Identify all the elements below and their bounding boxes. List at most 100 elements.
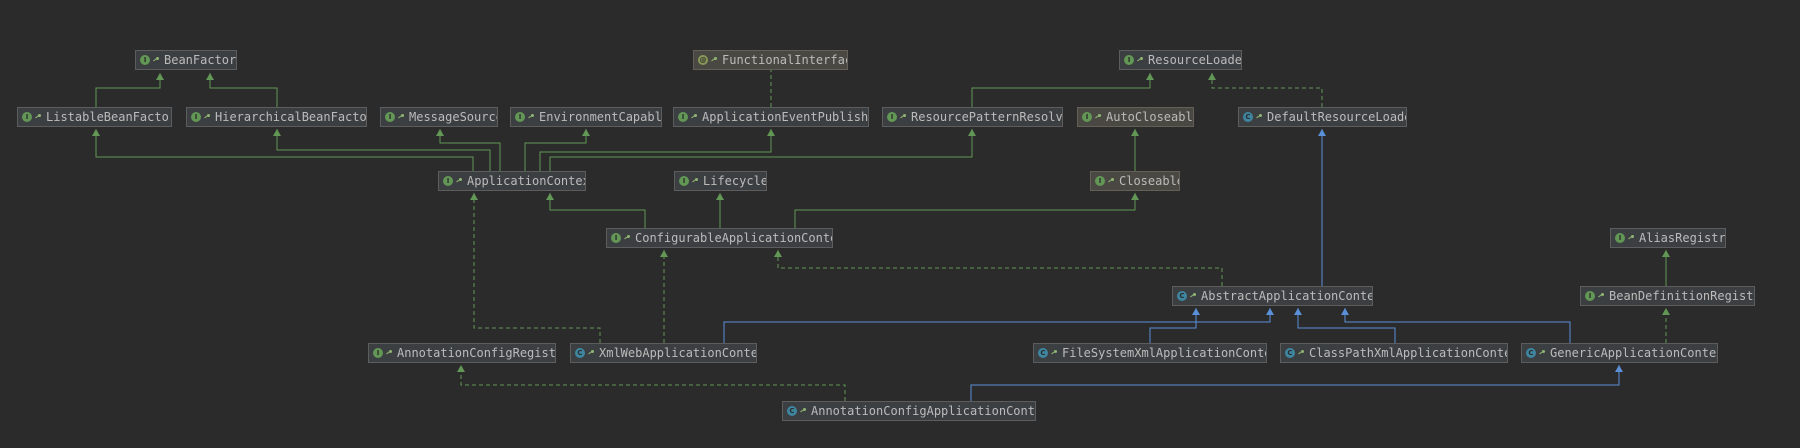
pin-icon	[1598, 293, 1604, 299]
node-patternresolver[interactable]: I ResourcePatternResolve	[882, 107, 1063, 127]
node-label: XmlWebApplicationContex	[599, 346, 756, 360]
class-icon: C	[1526, 348, 1536, 358]
node-label: AutoCloseable	[1106, 110, 1193, 124]
edge-arrow-4	[436, 129, 444, 136]
node-resourceloader[interactable]: I ResourceLoader	[1119, 50, 1242, 70]
edge-15	[777, 250, 1223, 286]
node-label: ListableBeanFactor	[46, 110, 171, 124]
interface-icon: I	[679, 176, 689, 186]
node-xmlweb[interactable]: C XmlWebApplicationContex	[570, 343, 757, 363]
edge-arrow-16	[1318, 129, 1326, 136]
edge-arrow-6	[767, 129, 775, 136]
node-eventpublisher[interactable]: I ApplicationEventPublishe	[673, 107, 869, 127]
edge-arrow-19	[660, 250, 668, 257]
node-label: AliasRegistry	[1639, 231, 1725, 245]
edge-arrow-2	[92, 129, 100, 136]
edge-arrow-13	[716, 193, 724, 200]
pin-icon	[691, 114, 697, 120]
node-autocloseable[interactable]: I AutoCloseable	[1077, 107, 1194, 127]
node-functional[interactable]: @ FunctionalInterfac	[693, 50, 848, 70]
node-label: ConfigurableApplicationContex	[635, 231, 832, 245]
pin-icon	[1539, 350, 1545, 356]
edge-14	[794, 193, 1136, 228]
pin-icon	[1256, 114, 1262, 120]
edge-arrow-5	[582, 129, 590, 136]
node-label: FunctionalInterfac	[722, 53, 847, 67]
node-classpath[interactable]: C ClassPathXmlApplicationContex	[1280, 343, 1508, 363]
node-configurable[interactable]: I ConfigurableApplicationContex	[606, 228, 833, 248]
node-appcontext[interactable]: I ApplicationContext	[438, 171, 586, 191]
node-label: DefaultResourceLoade	[1267, 110, 1406, 124]
edge-arrow-26	[1615, 365, 1623, 372]
node-beandefregistry[interactable]: I BeanDefinitionRegistr	[1580, 286, 1755, 306]
node-lifecycle[interactable]: I Lifecycle	[674, 171, 767, 191]
interface-icon: I	[1095, 176, 1105, 186]
node-abstractctx[interactable]: C AbstractApplicationContex	[1172, 286, 1373, 306]
node-hierarchical[interactable]: I HierarchicalBeanFactor	[186, 107, 367, 127]
interface-icon: I	[373, 348, 383, 358]
edge-arrow-1	[206, 73, 214, 80]
edge-arrow-7	[968, 129, 976, 136]
edge-arrow-14	[1131, 193, 1139, 200]
class-icon: C	[1038, 348, 1048, 358]
edge-arrow-23	[1341, 308, 1349, 315]
node-label: AnnotationConfigRegistr	[397, 346, 555, 360]
edge-23	[1344, 308, 1571, 343]
pin-icon	[1108, 178, 1114, 184]
edge-9	[971, 73, 1151, 107]
edge-18	[473, 193, 601, 343]
node-generic[interactable]: C GenericApplicationContex	[1521, 343, 1718, 363]
node-label: FileSystemXmlApplicationContex	[1062, 346, 1266, 360]
node-annotationctx[interactable]: C AnnotationConfigApplicationConte	[782, 401, 1036, 421]
interface-icon: I	[611, 233, 621, 243]
interface-icon: I	[887, 112, 897, 122]
edge-arrow-20	[1266, 308, 1274, 315]
pin-icon	[35, 114, 41, 120]
node-label: AnnotationConfigApplicationConte	[811, 404, 1035, 418]
node-label: HierarchicalBeanFactor	[215, 110, 366, 124]
class-icon: C	[1285, 348, 1295, 358]
pin-icon	[386, 350, 392, 356]
node-label: MessageSource	[409, 110, 497, 124]
node-label: Closeable	[1119, 174, 1179, 188]
edge-26	[970, 365, 1620, 401]
node-annotationregistry[interactable]: I AnnotationConfigRegistr	[368, 343, 556, 363]
edge-arrow-10	[1208, 73, 1216, 80]
node-messagesource[interactable]: I MessageSource	[380, 107, 498, 127]
pin-icon	[1628, 235, 1634, 241]
interface-icon: I	[1585, 291, 1595, 301]
pin-icon	[153, 57, 159, 63]
pin-icon	[711, 57, 717, 63]
edge-arrow-9	[1146, 73, 1154, 80]
node-label: ApplicationEventPublishe	[702, 110, 868, 124]
node-closeable[interactable]: I Closeable	[1090, 171, 1180, 191]
pin-icon	[900, 114, 906, 120]
interface-icon: I	[22, 112, 32, 122]
pin-icon	[1137, 57, 1143, 63]
edge-arrow-12	[546, 193, 554, 200]
pin-icon	[204, 114, 210, 120]
node-environment[interactable]: I EnvironmentCapable	[510, 107, 662, 127]
edge-0	[95, 73, 161, 107]
edge-20	[723, 308, 1271, 343]
edge-arrow-17	[1662, 250, 1670, 257]
node-label: ApplicationContext	[467, 174, 585, 188]
interface-icon: I	[1082, 112, 1092, 122]
class-icon: C	[787, 406, 797, 416]
node-defaultresourceloader[interactable]: C DefaultResourceLoade	[1238, 107, 1407, 127]
pin-icon	[398, 114, 404, 120]
node-beanfactory[interactable]: I BeanFactory	[135, 50, 237, 70]
node-filesystem[interactable]: C FileSystemXmlApplicationContex	[1033, 343, 1267, 363]
edge-arrow-22	[1294, 308, 1302, 315]
pin-icon	[692, 178, 698, 184]
edge-10	[1211, 73, 1323, 107]
class-icon: C	[1243, 112, 1253, 122]
node-listable[interactable]: I ListableBeanFactor	[17, 107, 172, 127]
interface-icon: I	[678, 112, 688, 122]
edge-arrow-18	[470, 193, 478, 200]
node-label: BeanFactory	[164, 53, 236, 67]
interface-icon: I	[1615, 233, 1625, 243]
node-aliasregistry[interactable]: I AliasRegistry	[1610, 228, 1726, 248]
pin-icon	[1051, 350, 1057, 356]
node-label: EnvironmentCapable	[539, 110, 661, 124]
